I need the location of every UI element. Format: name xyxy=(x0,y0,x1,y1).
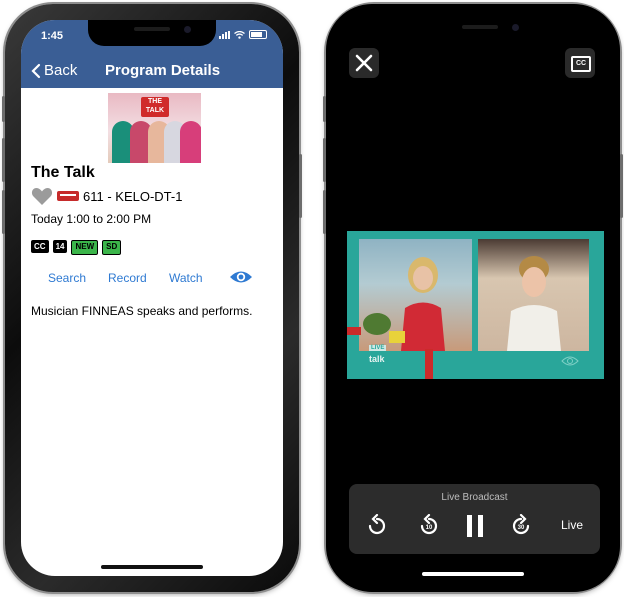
closed-captions-icon: CC xyxy=(571,56,591,72)
back-label: Back xyxy=(44,62,78,79)
channel-logo xyxy=(57,191,79,201)
program-thumbnail: THE TALK xyxy=(108,93,201,163)
battery-icon xyxy=(249,30,267,39)
rating-badges: CC 14 NEW SD xyxy=(31,240,122,255)
airtime: Today 1:00 to 2:00 PM xyxy=(31,212,152,226)
notch xyxy=(88,20,216,46)
network-eye-icon xyxy=(561,356,579,366)
show-logo: talk xyxy=(369,354,385,364)
playback-controls: Live Broadcast 10 30 Live xyxy=(349,484,600,554)
back-button[interactable]: Back xyxy=(31,62,77,79)
phone-left: 1:45 Back Program Details THE TALK The T… xyxy=(2,4,302,592)
tv14-badge: 14 xyxy=(52,240,68,253)
side-button xyxy=(620,154,623,218)
program-title: The Talk xyxy=(31,164,95,181)
player-screen: CC LIVE talk Live Broadcast 10 30 Live xyxy=(326,4,620,592)
closed-captions-button[interactable]: CC xyxy=(565,48,595,78)
live-broadcast-label: Live Broadcast xyxy=(441,492,508,503)
skip-forward-30-icon[interactable]: 30 xyxy=(509,514,533,538)
home-indicator[interactable] xyxy=(422,572,524,576)
eye-icon[interactable] xyxy=(229,269,253,285)
status-time: 1:45 xyxy=(41,30,64,42)
pause-icon[interactable] xyxy=(461,512,489,540)
home-indicator[interactable] xyxy=(101,565,203,569)
skip-back-10-icon[interactable]: 10 xyxy=(417,514,441,538)
volume-down-button xyxy=(2,190,5,234)
go-live-button[interactable]: Live xyxy=(561,518,583,532)
favorite-heart-icon[interactable] xyxy=(31,186,53,206)
cc-badge: CC xyxy=(31,240,49,253)
notch xyxy=(416,18,544,44)
video-player[interactable]: LIVE talk xyxy=(347,231,604,379)
phone-right: CC LIVE talk Live Broadcast 10 30 Live xyxy=(323,4,623,592)
video-right-panel xyxy=(478,239,589,351)
channel-name: 611 - KELO-DT-1 xyxy=(83,189,183,204)
sd-badge: SD xyxy=(102,240,122,255)
status-icons xyxy=(219,30,267,39)
page-title: Program Details xyxy=(105,62,221,79)
program-details-screen: 1:45 Back Program Details THE TALK The T… xyxy=(21,20,283,576)
svg-text:10: 10 xyxy=(426,525,433,531)
graphic-bar xyxy=(347,327,361,335)
live-tag: LIVE xyxy=(369,345,387,351)
program-description: Musician FINNEAS speaks and performs. xyxy=(31,304,253,318)
signal-icon xyxy=(219,30,230,39)
close-icon xyxy=(355,54,373,72)
guest-figure xyxy=(507,256,561,351)
search-link[interactable]: Search xyxy=(48,271,86,285)
chevron-left-icon xyxy=(31,63,41,78)
mute-switch xyxy=(2,96,5,122)
new-badge: NEW xyxy=(71,240,99,255)
graphic-bar xyxy=(425,349,433,379)
replay-icon[interactable] xyxy=(365,514,389,538)
video-left-panel xyxy=(359,239,472,351)
record-link[interactable]: Record xyxy=(108,271,147,285)
host-figure xyxy=(401,257,445,351)
wifi-icon xyxy=(234,30,245,39)
show-logo: THE TALK xyxy=(141,97,169,117)
close-button[interactable] xyxy=(349,48,379,78)
volume-up-button xyxy=(2,138,5,182)
side-button xyxy=(299,154,302,218)
svg-text:30: 30 xyxy=(518,525,525,531)
watch-link[interactable]: Watch xyxy=(169,271,203,285)
